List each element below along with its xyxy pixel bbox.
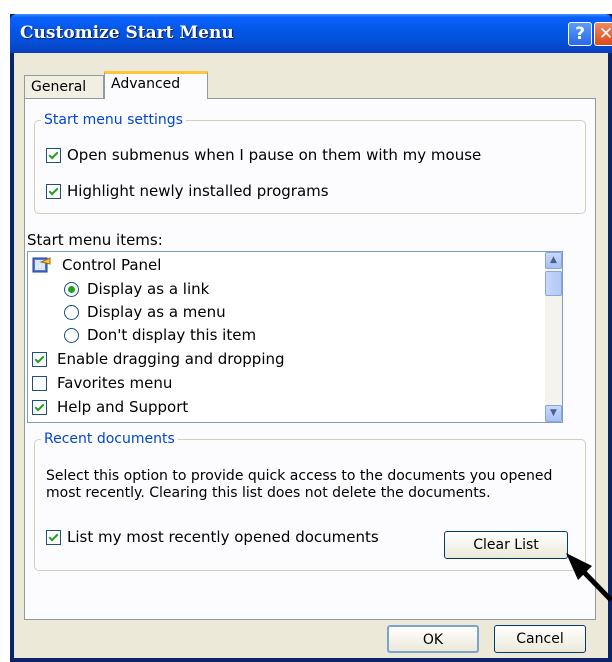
list-scrollbar[interactable]: ▲ ▼: [545, 252, 562, 422]
enable-dragging-label: Enable dragging and dropping: [57, 350, 285, 368]
list-item[interactable]: Display as a menu: [64, 303, 226, 321]
display-as-link-radio[interactable]: [64, 281, 79, 297]
start-menu-items-label: Start menu items:: [27, 231, 163, 249]
open-submenus-label: Open submenus when I pause on them with …: [67, 146, 482, 164]
tab-general[interactable]: General: [24, 75, 104, 99]
scrollbar-thumb[interactable]: [545, 271, 562, 296]
chevron-up-icon: ▲: [550, 255, 557, 265]
advanced-tab-page: Start menu settings Open submenus when I…: [24, 98, 596, 620]
help-support-checkbox[interactable]: [32, 399, 47, 415]
control-panel-label: Control Panel: [62, 256, 162, 274]
list-item[interactable]: Control Panel: [32, 256, 161, 274]
window-title: Customize Start Menu: [20, 23, 234, 43]
scroll-down-button[interactable]: ▼: [545, 405, 562, 422]
scroll-up-button[interactable]: ▲: [545, 252, 562, 269]
display-as-menu-radio[interactable]: [64, 304, 79, 320]
start-menu-settings-legend: Start menu settings: [44, 112, 183, 128]
open-submenus-checkbox[interactable]: [46, 147, 61, 163]
close-button[interactable]: ✕: [594, 22, 612, 46]
list-item[interactable]: Display as a link: [64, 280, 209, 298]
customize-start-menu-dialog: Customize Start Menu ? ✕ General Advance…: [10, 14, 612, 662]
help-support-label: Help and Support: [57, 398, 189, 416]
dialog-client-area: General Advanced Start menu settings Ope…: [14, 53, 608, 658]
list-recent-documents-checkbox[interactable]: [46, 529, 61, 545]
recent-documents-legend: Recent documents: [44, 431, 175, 447]
ok-button[interactable]: OK: [387, 625, 479, 653]
dont-display-radio[interactable]: [64, 327, 79, 343]
list-recent-documents-option[interactable]: List my most recently opened documents: [46, 528, 379, 546]
display-as-link-label: Display as a link: [87, 280, 210, 298]
list-item[interactable]: Help and Support: [32, 398, 188, 416]
highlight-new-programs-label: Highlight newly installed programs: [67, 182, 329, 200]
highlight-new-programs-checkbox[interactable]: [46, 183, 61, 199]
favorites-menu-label: Favorites menu: [57, 374, 173, 392]
help-icon: ?: [575, 24, 585, 44]
dont-display-label: Don't display this item: [87, 326, 257, 344]
list-item[interactable]: Enable dragging and dropping: [32, 350, 285, 368]
highlight-new-programs-option[interactable]: Highlight newly installed programs: [46, 182, 329, 200]
help-button[interactable]: ?: [568, 22, 592, 46]
close-icon: ✕: [598, 24, 612, 44]
title-bar[interactable]: Customize Start Menu ? ✕: [10, 14, 612, 53]
tab-advanced[interactable]: Advanced: [104, 71, 208, 99]
open-submenus-option[interactable]: Open submenus when I pause on them with …: [46, 146, 481, 164]
list-recent-documents-label: List my most recently opened documents: [67, 528, 379, 546]
list-item[interactable]: Don't display this item: [64, 326, 256, 344]
recent-documents-description: Select this option to provide quick acce…: [46, 468, 553, 501]
chevron-down-icon: ▼: [550, 408, 557, 418]
cancel-button[interactable]: Cancel: [494, 625, 586, 653]
start-menu-items-list[interactable]: Control Panel Display as a link Display …: [27, 251, 563, 423]
clear-list-button[interactable]: Clear List: [444, 531, 568, 559]
favorites-menu-checkbox[interactable]: [32, 375, 47, 391]
list-item[interactable]: Favorites menu: [32, 374, 172, 392]
display-as-menu-label: Display as a menu: [87, 303, 226, 321]
enable-dragging-checkbox[interactable]: [32, 351, 47, 367]
control-panel-icon: [32, 257, 51, 273]
